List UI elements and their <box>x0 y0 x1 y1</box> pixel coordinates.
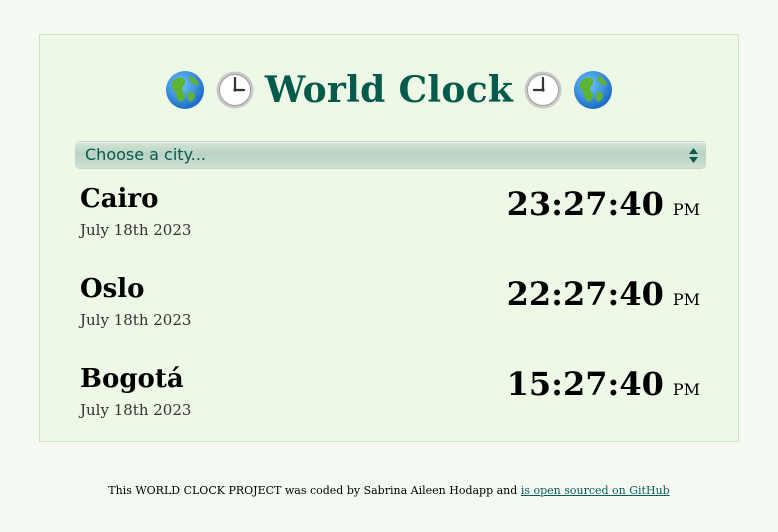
time-ampm: PM <box>672 290 700 309</box>
city-date: July 18th 2023 <box>80 221 192 239</box>
city-time: 15:27:40 PM <box>507 367 700 401</box>
clock-card: World Clock Choose a city... Cairo July … <box>39 34 739 442</box>
city-name: Bogotá <box>80 364 184 394</box>
city-date: July 18th 2023 <box>80 401 192 419</box>
footer-text: This WORLD CLOCK PROJECT was coded by Sa… <box>108 484 521 497</box>
select-arrows-icon <box>689 148 698 163</box>
page-header: World Clock <box>40 65 738 115</box>
city-name: Oslo <box>80 274 145 304</box>
globe-americas-icon <box>573 70 613 110</box>
city-row-oslo: Oslo July 18th 2023 22:27:40 PM <box>80 274 700 338</box>
github-link[interactable]: is open sourced on GitHub <box>521 484 670 497</box>
city-time: 23:27:40 PM <box>507 187 700 221</box>
city-name: Cairo <box>80 184 159 214</box>
city-time: 22:27:40 PM <box>507 277 700 311</box>
time-ampm: PM <box>672 200 700 219</box>
city-row-cairo: Cairo July 18th 2023 23:27:40 PM <box>80 184 700 248</box>
time-value: 15:27:40 <box>506 365 664 403</box>
page-title: World Clock <box>264 69 514 111</box>
globe-americas-icon <box>165 70 205 110</box>
time-value: 22:27:40 <box>506 275 664 313</box>
clock-nine-icon <box>523 70 563 110</box>
city-date: July 18th 2023 <box>80 311 192 329</box>
city-select[interactable]: Choose a city... <box>76 142 705 168</box>
clock-three-icon <box>215 70 255 110</box>
footer: This WORLD CLOCK PROJECT was coded by Sa… <box>0 484 778 498</box>
time-ampm: PM <box>672 380 700 399</box>
city-row-bogota: Bogotá July 18th 2023 15:27:40 PM <box>80 364 700 428</box>
time-value: 23:27:40 <box>506 185 664 223</box>
city-select-value: Choose a city... <box>85 145 207 164</box>
